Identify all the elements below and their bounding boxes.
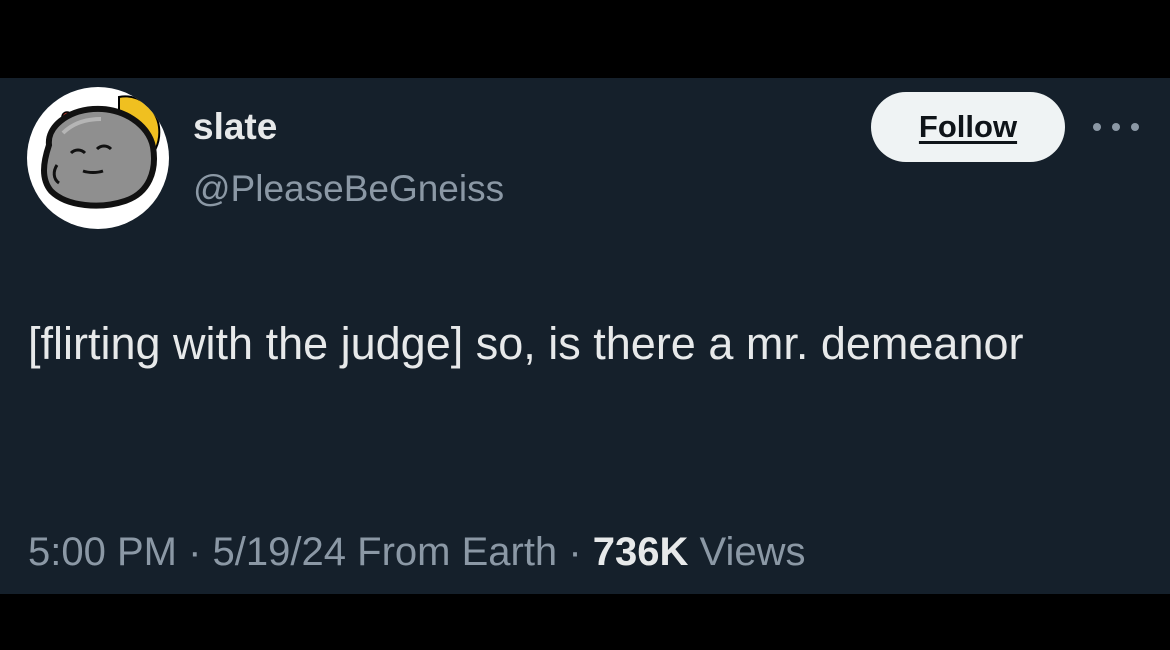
- rock-character-icon: [41, 95, 161, 209]
- separator: ·: [188, 530, 202, 574]
- tweet-metadata: 5:00 PM · 5/19/24 From Earth · 736K View…: [28, 530, 806, 575]
- tweet-source: From Earth: [357, 530, 558, 574]
- tweet-text: [flirting with the judge] so, is there a…: [28, 318, 1024, 369]
- views-count[interactable]: 736K: [593, 530, 689, 574]
- tweet-date[interactable]: 5/19/24: [213, 530, 346, 574]
- tweet-time[interactable]: 5:00 PM: [28, 530, 177, 574]
- tweet-card: slate @PleaseBeGneiss Follow [flirting w…: [0, 78, 1170, 594]
- follow-button[interactable]: Follow: [871, 92, 1065, 162]
- views-label: Views: [699, 530, 806, 574]
- display-name[interactable]: slate: [193, 106, 277, 148]
- dot: [1112, 123, 1120, 131]
- screenshot-frame: slate @PleaseBeGneiss Follow [flirting w…: [0, 0, 1170, 650]
- dot: [1093, 123, 1101, 131]
- avatar[interactable]: [27, 87, 169, 229]
- dot: [1131, 123, 1139, 131]
- more-options-icon[interactable]: [1093, 116, 1139, 138]
- user-handle[interactable]: @PleaseBeGneiss: [193, 168, 504, 210]
- separator: ·: [568, 530, 582, 574]
